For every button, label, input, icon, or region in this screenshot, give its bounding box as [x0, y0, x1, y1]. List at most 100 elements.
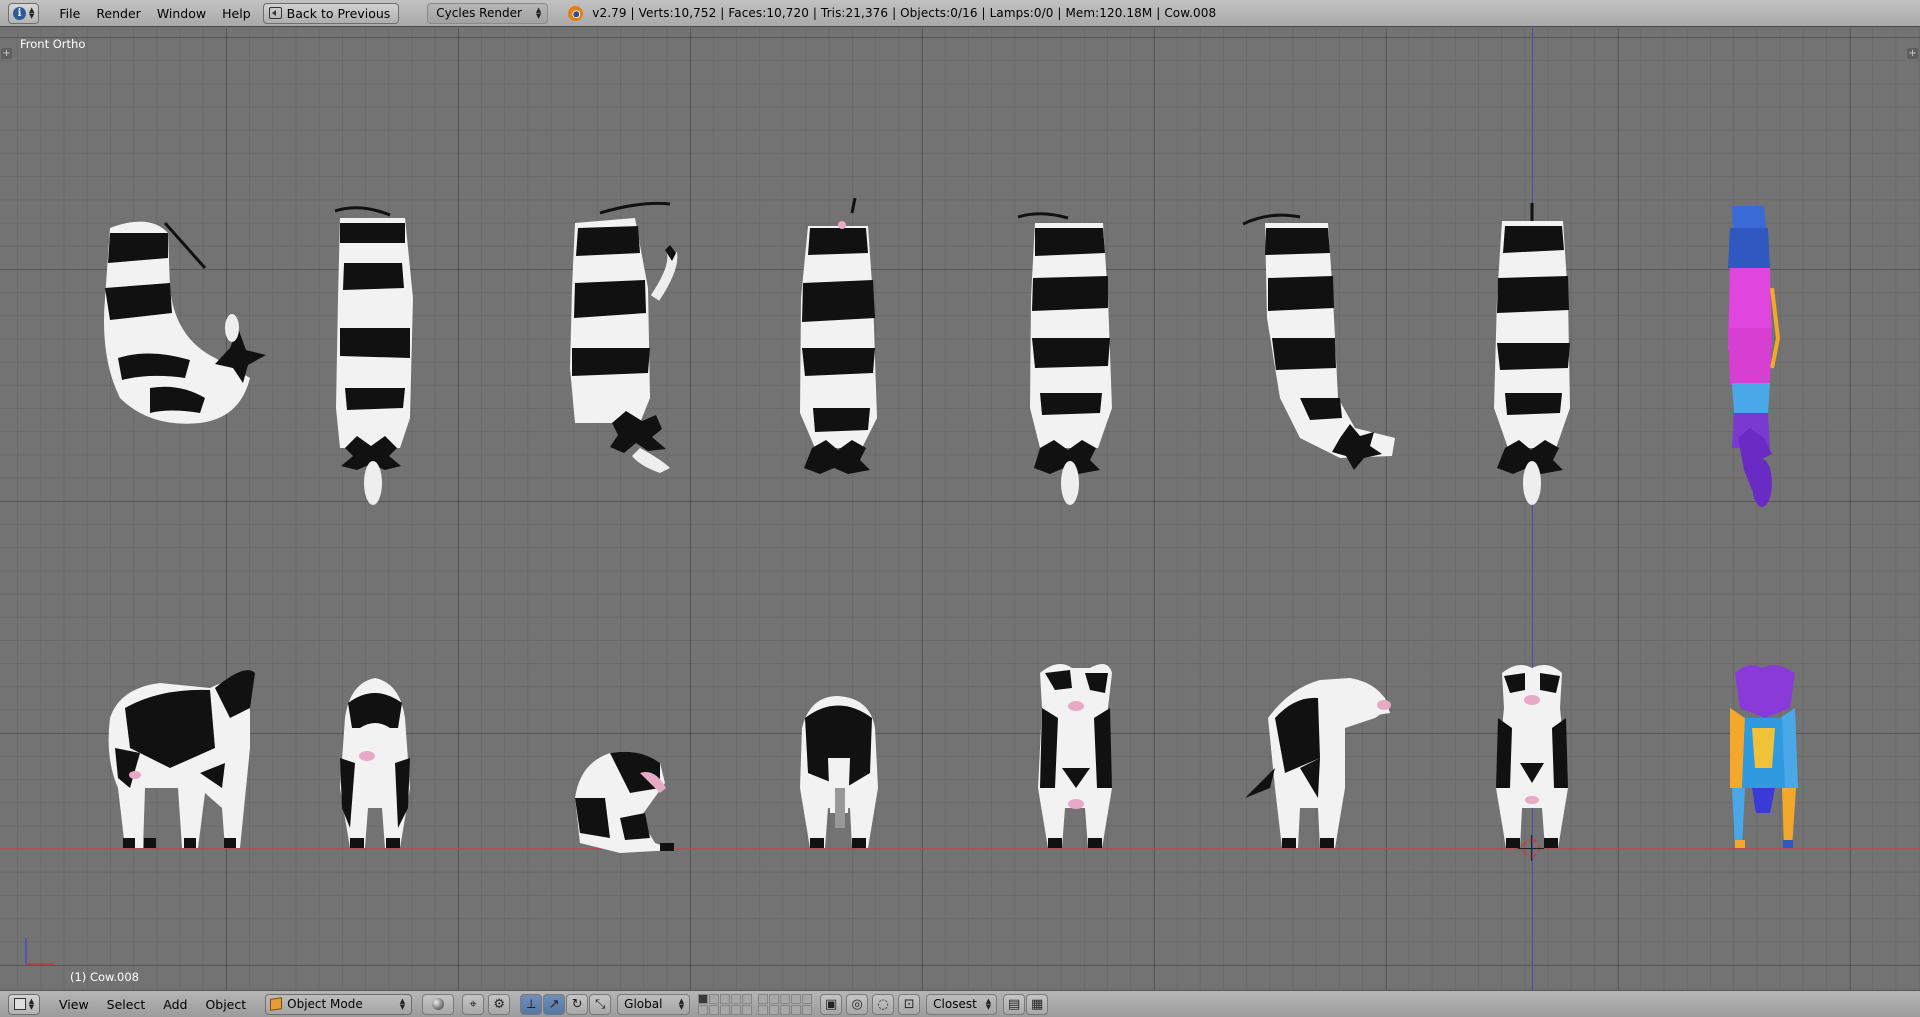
layers-lock-icon: ▣	[825, 996, 838, 1012]
cow-models	[104, 197, 1798, 853]
cow-top-2[interactable]	[334, 206, 413, 505]
translate-manipulator-button[interactable]: ↗	[543, 993, 566, 1015]
opengl-animation-button[interactable]: ▦	[1026, 993, 1049, 1015]
rotate-manipulator-button[interactable]: ↻	[566, 993, 589, 1015]
scale-manipulator-button[interactable]: ⤡	[589, 993, 612, 1015]
layer-13[interactable]	[720, 1004, 731, 1015]
manipulator-toggle-button[interactable]: ⟂	[520, 993, 543, 1015]
viewport-shading-button[interactable]	[422, 993, 455, 1015]
3d-view-header: ▲ ▼ View Select Add Object Object Mode ▲ ▼…	[0, 990, 1920, 1017]
interaction-mode-value: Object Mode	[287, 997, 363, 1011]
editor-type-button[interactable]: ▲ ▼	[8, 993, 40, 1015]
layer-11[interactable]	[698, 1004, 709, 1015]
layer-14[interactable]	[731, 1004, 742, 1015]
layer-10[interactable]	[802, 993, 813, 1004]
axis-gizmo-icon	[25, 938, 54, 965]
menu-window[interactable]: Window	[149, 0, 214, 27]
clapperboard-icon: ▦	[1031, 996, 1044, 1012]
render-layer-button[interactable]: ◎	[846, 993, 869, 1015]
info-header: i ▲ ▼ File Render Window Help Back to Pre…	[0, 0, 1920, 27]
layer-15[interactable]	[742, 1004, 753, 1015]
proportional-icon: ⚙	[493, 996, 505, 1012]
layer-16[interactable]	[758, 1004, 769, 1015]
layer-2[interactable]	[709, 993, 720, 1004]
layer-6[interactable]	[758, 993, 769, 1004]
cow-front-uv[interactable]	[1730, 664, 1798, 848]
cow-top-4[interactable]	[800, 197, 877, 474]
back-to-previous-label: Back to Previous	[286, 5, 391, 21]
menu-help[interactable]: Help	[214, 0, 259, 27]
manipulator-icon: ⟂	[526, 996, 536, 1012]
pivot-point-button[interactable]: ⌖	[462, 993, 485, 1015]
proportional-falloff-button[interactable]: ◌	[872, 993, 895, 1015]
scene-statistics: v2.79 | Verts:10,752 | Faces:10,720 | Tr…	[592, 6, 1217, 20]
layer-5[interactable]	[742, 993, 753, 1004]
select-arrows-icon: ▲ ▼	[535, 6, 542, 20]
editor-type-button[interactable]: i ▲ ▼	[8, 2, 40, 24]
cube-icon	[13, 998, 26, 1010]
object-mode-icon	[270, 997, 283, 1011]
layer-9[interactable]	[791, 993, 802, 1004]
layer-3[interactable]	[720, 993, 731, 1004]
transform-orientation-value: Global	[624, 997, 663, 1011]
cow-top-7[interactable]	[1494, 203, 1570, 505]
menu-view[interactable]: View	[50, 992, 98, 1017]
snap-element-button[interactable]: ⊡	[898, 993, 921, 1015]
render-layer-icon: ◎	[851, 996, 863, 1012]
cow-front-5[interactable]	[1038, 664, 1112, 848]
scale-icon: ⤡	[594, 996, 606, 1012]
proportional-edit-button[interactable]: ⚙	[488, 993, 511, 1015]
shading-sphere-icon	[432, 998, 445, 1010]
cow-front-2[interactable]	[340, 678, 410, 848]
blender-logo-icon	[568, 5, 584, 21]
rotate-icon: ↻	[571, 996, 583, 1012]
menu-file[interactable]: File	[51, 0, 88, 27]
cow-front-6[interactable]	[1245, 678, 1391, 848]
cow-top-1[interactable]	[104, 221, 266, 424]
layer-18[interactable]	[780, 1004, 791, 1015]
layer-17[interactable]	[769, 1004, 780, 1015]
layer-8[interactable]	[780, 993, 791, 1004]
cow-front-3[interactable]	[575, 751, 675, 853]
render-engine-select[interactable]: Cycles Render ▲ ▼	[427, 2, 549, 24]
layer-19[interactable]	[791, 1004, 802, 1015]
transform-orientation-select[interactable]: Global ▲ ▼	[617, 993, 691, 1015]
back-to-previous-button[interactable]: Back to Previous	[262, 2, 400, 24]
updown-arrows-icon: ▲ ▼	[29, 6, 35, 20]
info-icon: i	[13, 6, 26, 20]
select-arrows-icon: ▲ ▼	[678, 997, 685, 1011]
cow-top-3[interactable]	[570, 201, 678, 473]
select-arrows-icon: ▲ ▼	[985, 997, 992, 1011]
select-arrows-icon: ▲ ▼	[399, 997, 406, 1011]
3d-viewport[interactable]: Front Ortho + + (1) Cow.008	[0, 28, 1920, 990]
select-arrows-icon: ▲ ▼	[28, 997, 35, 1011]
lock-layers-button[interactable]: ▣	[820, 993, 843, 1015]
menu-render[interactable]: Render	[88, 0, 149, 27]
menu-add[interactable]: Add	[154, 992, 196, 1017]
menu-object[interactable]: Object	[196, 992, 255, 1017]
menu-select[interactable]: Select	[98, 992, 155, 1017]
cow-front-1[interactable]	[108, 670, 255, 848]
cow-top-6[interactable]	[1242, 213, 1395, 470]
snap-target-select[interactable]: Closest ▲ ▼	[926, 993, 998, 1015]
cow-top-uv[interactable]	[1728, 206, 1781, 507]
cow-front-7[interactable]	[1496, 664, 1568, 848]
layer-12[interactable]	[709, 1004, 720, 1015]
3d-cursor-icon[interactable]	[1518, 835, 1544, 861]
active-object-label: (1) Cow.008	[70, 970, 139, 984]
layer-4[interactable]	[731, 993, 742, 1004]
cow-front-4[interactable]	[800, 696, 878, 848]
interaction-mode-select[interactable]: Object Mode ▲ ▼	[265, 993, 413, 1015]
arrow-icon: ↗	[548, 996, 560, 1012]
opengl-render-button[interactable]: ▤	[1003, 993, 1026, 1015]
layer-20[interactable]	[802, 1004, 813, 1015]
camera-icon: ▤	[1008, 996, 1021, 1012]
scene-layers[interactable]	[698, 993, 813, 1015]
layer-1[interactable]	[698, 993, 709, 1004]
back-arrow-icon	[268, 7, 282, 19]
cow-top-5[interactable]	[1017, 212, 1112, 505]
snap-icon: ⊡	[903, 996, 915, 1012]
layer-7[interactable]	[769, 993, 780, 1004]
snap-target-value: Closest	[933, 997, 977, 1011]
render-engine-value: Cycles Render	[436, 6, 522, 20]
